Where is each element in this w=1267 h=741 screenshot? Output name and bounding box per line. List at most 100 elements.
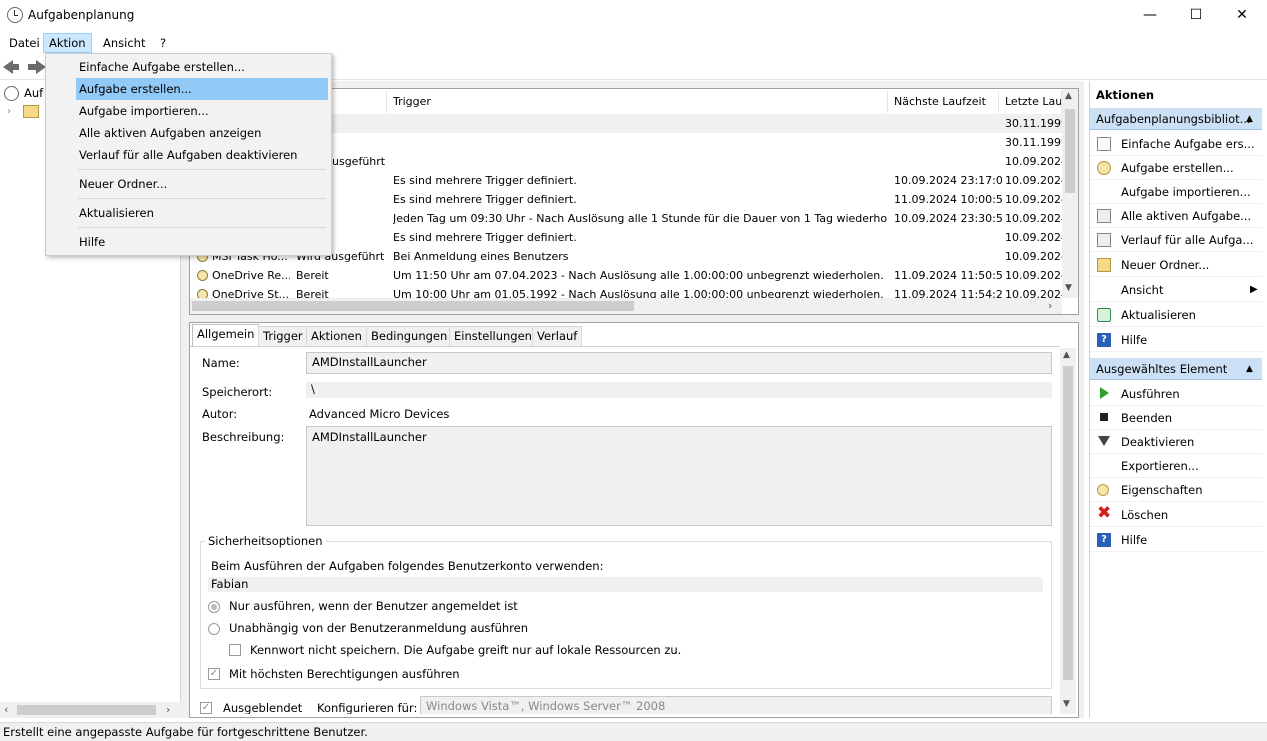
checkbox-highest-privileges[interactable]: ✓ [208,668,220,680]
tab-einstellungen[interactable]: Einstellungen [449,326,537,346]
action-help[interactable]: Hilfe [1090,328,1262,352]
radio-only-logged-in[interactable] [208,601,220,613]
menu-item-refresh[interactable]: Aktualisieren [76,202,328,224]
cell-last: 10.09.2024 [1005,193,1062,206]
running-tasks-icon [1097,209,1111,223]
action-view[interactable]: Ansicht ▶ [1090,278,1262,302]
menu-item-basic-task[interactable]: Einfache Aufgabe erstellen... [76,56,328,78]
tree-root-label[interactable]: Auf [24,86,43,100]
menu-separator [78,198,326,199]
menu-item-new-folder[interactable]: Neuer Ordner... [76,173,328,195]
menu-bar: Datei Aktion Ansicht ? [0,31,1267,53]
scroll-up-icon[interactable]: ▲ [1063,350,1070,360]
cell-last: 10.09.2024 [1005,269,1062,282]
account-field: Fabian [208,577,1043,592]
configure-select[interactable]: Windows Vista™, Windows Server™ 2008 [420,696,1052,714]
action-end[interactable]: Beenden [1090,406,1262,430]
collapse-up-icon[interactable]: ▲ [1246,108,1253,130]
col-header-trigger[interactable]: Trigger [387,91,888,113]
title-bar: Aufgabenplanung — ☐ ✕ [0,0,1267,31]
col-header-last-run[interactable]: Letzte Lauf [999,91,1062,113]
action-basic-task[interactable]: Einfache Aufgabe ers... [1090,132,1262,156]
cell-last: 30.11.1999 [1005,117,1062,130]
tab-aktionen[interactable]: Aktionen [306,326,367,346]
checkbox-no-password[interactable] [229,644,241,656]
cell-last: 10.09.2024 [1005,250,1062,263]
action-import-task[interactable]: Aufgabe importieren... [1090,180,1262,204]
menu-item-import-task[interactable]: Aufgabe importieren... [76,100,328,122]
help-icon: ? [1097,533,1111,547]
checkbox-no-password-label: Kennwort nicht speichern. Die Aufgabe gr… [250,643,682,657]
menu-datei[interactable]: Datei [3,33,46,53]
action-disable[interactable]: Deaktivieren [1090,430,1262,454]
action-new-folder[interactable]: Neuer Ordner... [1090,253,1262,277]
configure-label: Konfigurieren für: [317,701,418,714]
run-icon [1100,387,1109,399]
name-field[interactable]: AMDInstallLauncher [306,352,1052,374]
section-library[interactable]: Aufgabenplanungsbibliot... ▲ [1090,108,1262,130]
clock-icon [7,7,23,23]
radio-independent[interactable] [208,623,220,635]
scroll-down-icon[interactable]: ▼ [1065,283,1072,293]
tab-bedingungen[interactable]: Bedingungen [366,326,453,346]
bottom-options-row: ✓ Ausgeblendet Konfigurieren für: Window… [190,696,1060,714]
menu-help[interactable]: ? [154,33,172,53]
radio-only-logged-in-label: Nur ausführen, wenn der Benutzer angemel… [229,599,518,613]
detail-vscroll-thumb[interactable] [1063,366,1073,680]
menu-ansicht[interactable]: Ansicht [97,33,151,53]
new-folder-icon [1097,258,1111,272]
tab-verlauf[interactable]: Verlauf [532,326,583,346]
scroll-left-icon[interactable]: ‹ [4,703,8,716]
tasklist-vscroll-thumb[interactable] [1065,109,1075,193]
scroll-right-icon[interactable]: › [166,703,170,716]
section-selected[interactable]: Ausgewähltes Element ▲ [1090,358,1262,380]
collapse-up-icon[interactable]: ▲ [1246,358,1253,380]
col-header-next-run[interactable]: Nächste Laufzeit [888,91,999,113]
tasklist-hscroll-thumb[interactable] [192,301,634,311]
scroll-down-icon[interactable]: ▼ [1063,699,1070,709]
action-delete[interactable]: Löschen [1090,503,1262,527]
action-create-task[interactable]: Aufgabe erstellen... [1090,156,1262,180]
scroll-up-icon[interactable]: ▲ [1065,91,1072,101]
cell-last: 10.09.2024 [1005,174,1062,187]
menu-item-disable-history[interactable]: Verlauf für alle Aufgaben deaktivieren [76,144,328,166]
tab-allgemein[interactable]: Allgemein [192,324,260,346]
action-export[interactable]: Exportieren... [1090,454,1262,478]
maximize-button[interactable]: ☐ [1173,0,1219,31]
description-field[interactable]: AMDInstallLauncher [306,426,1052,526]
checkbox-hidden[interactable]: ✓ [200,702,212,714]
tree-hscrollbar[interactable]: ‹ › [0,702,181,718]
menu-item-help[interactable]: Hilfe [76,231,328,253]
action-run[interactable]: Ausführen [1090,382,1262,406]
action-help-selected[interactable]: Hilfe [1090,528,1262,552]
tree-hscroll-thumb[interactable] [17,705,156,715]
forward-arrow-shaft [28,64,36,70]
folder-icon[interactable] [23,105,39,118]
menu-item-create-task[interactable]: Aufgabe erstellen... [76,78,328,100]
scheduler-clock-icon [4,86,19,101]
back-arrow-shaft [11,64,19,70]
tab-trigger[interactable]: Trigger [258,326,308,346]
action-properties[interactable]: Eigenschaften [1090,478,1262,502]
minimize-button[interactable]: — [1127,0,1173,31]
menu-aktion[interactable]: Aktion [43,33,92,53]
action-disable-history[interactable]: Verlauf für alle Aufga... [1090,228,1262,252]
cell-next: 11.09.2024 11:50:50 [894,269,1002,282]
action-refresh[interactable]: Aktualisieren [1090,303,1262,327]
cell-next: 11.09.2024 10:00:51 [894,193,1002,206]
close-button[interactable]: ✕ [1219,0,1265,31]
tasklist-hscrollbar[interactable]: › [190,298,1062,314]
detail-vscrollbar[interactable]: ▲ ▼ [1060,348,1076,714]
section-selected-label: Ausgewähltes Element [1096,362,1228,376]
menu-item-show-running[interactable]: Alle aktiven Aufgaben anzeigen [76,122,328,144]
menu-separator [78,169,326,170]
table-row[interactable]: OneDrive Re... Bereit Um 11:50 Uhr am 07… [190,266,1062,285]
scroll-right-icon[interactable]: › [1048,299,1052,312]
action-show-running[interactable]: Alle aktiven Aufgabe... [1090,204,1262,228]
checkbox-hidden-label: Ausgeblendet [223,701,303,714]
author-label: Autor: [202,407,238,421]
tree-expand-icon[interactable]: › [7,106,11,117]
tasklist-vscrollbar[interactable]: ▲ ▼ [1062,89,1078,298]
cell-status: usgeführt [332,155,386,168]
create-task-icon [1097,161,1111,175]
